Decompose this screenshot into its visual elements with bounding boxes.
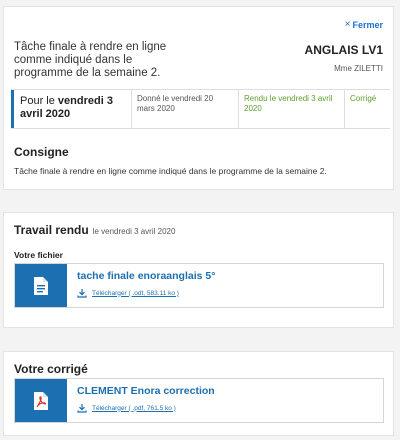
submitted-file-download[interactable]: Télécharger ( .odt, 583.11 ko ) — [77, 288, 215, 298]
consigne-title: Consigne — [14, 145, 69, 159]
submitted-date: le vendredi 3 avril 2020 — [92, 227, 176, 236]
close-icon: × — [344, 19, 351, 30]
correction-file-download[interactable]: Télécharger ( .pdf, 761.5 ko ) — [77, 403, 215, 413]
correction-title: Votre corrigé — [14, 362, 88, 376]
subject-title: ANGLAIS LV1 — [304, 43, 383, 57]
your-file-label: Votre fichier — [14, 250, 63, 260]
correction-file-tile[interactable]: CLEMENT Enora correction Télécharger ( .… — [14, 378, 384, 423]
correction-file-name[interactable]: CLEMENT Enora correction — [77, 385, 215, 397]
given-date-cell: Donné le vendredi 20 mars 2020 — [132, 90, 239, 128]
returned-date-cell: Rendu le vendredi 3 avril 2020 — [239, 90, 345, 128]
download-link[interactable]: Télécharger ( .odt, 583.11 ko ) — [92, 290, 179, 297]
due-date-cell: Pour le vendredi 3 avril 2020 — [11, 90, 132, 128]
homework-header-card: × Fermer Tâche finale à rendre en ligne … — [3, 6, 394, 190]
submitted-file-tile[interactable]: tache finale enoraanglais 5° Télécharger… — [14, 263, 384, 308]
pdf-icon — [15, 379, 67, 422]
download-icon — [77, 289, 87, 298]
submitted-file-name[interactable]: tache finale enoraanglais 5° — [77, 270, 215, 282]
task-description: Tâche finale à rendre en ligne comme ind… — [14, 41, 167, 79]
close-label: Fermer — [352, 19, 383, 30]
submitted-work-title-text: Travail rendu — [14, 223, 89, 237]
document-icon — [15, 264, 67, 307]
consigne-text: Tâche finale à rendre en ligne comme ind… — [14, 166, 327, 176]
submitted-work-title: Travail rendu le vendredi 3 avril 2020 — [14, 223, 175, 237]
correction-card: Votre corrigé CLEMENT Enora correction T… — [3, 351, 394, 436]
corrected-status-cell: Corrigé — [350, 94, 377, 103]
status-timeline: Pour le vendredi 3 avril 2020 Donné le v… — [11, 89, 390, 129]
download-link[interactable]: Télécharger ( .pdf, 761.5 ko ) — [92, 405, 176, 412]
due-prefix: Pour le — [20, 95, 58, 107]
submitted-work-card: Travail rendu le vendredi 3 avril 2020 Vo… — [3, 212, 394, 328]
teacher-name: Mme ZILETTI — [334, 64, 383, 73]
close-button[interactable]: × Fermer — [345, 19, 383, 30]
download-icon — [77, 404, 87, 413]
